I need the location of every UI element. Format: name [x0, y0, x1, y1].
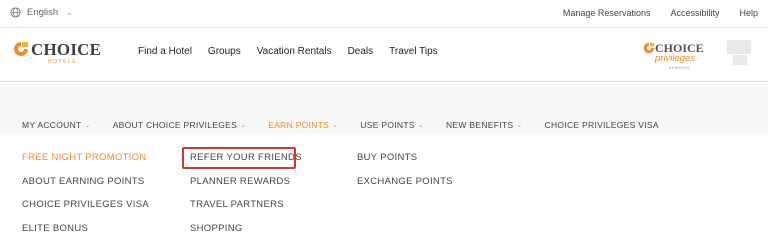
subnav-label: NEW BENEFITS — [445, 120, 514, 130]
brand-name: CHOICE — [31, 40, 102, 59]
nav-groups[interactable]: Groups — [208, 46, 241, 57]
choice-privileges-logo-mark — [643, 42, 655, 54]
utility-bar: English ⌄ Manage Reservations Accessibil… — [0, 0, 768, 28]
subnav-label: MY ACCOUNT — [22, 120, 82, 130]
menu-item-travel-partners[interactable]: TRAVEL PARTNERS — [190, 199, 302, 223]
menu-item-free-night-promotion[interactable]: FREE NIGHT PROMOTION — [22, 152, 149, 176]
subnav-my-account[interactable]: MY ACCOUNT ⌄ — [22, 117, 91, 133]
menu-item-buy-points[interactable]: BUY POINTS — [357, 152, 453, 176]
refer-your-friends-highlight — [182, 147, 296, 169]
dropdown-column-1: FREE NIGHT PROMOTION ABOUT EARNING POINT… — [22, 152, 149, 246]
chevron-down-icon: ⌄ — [417, 122, 424, 129]
choice-logo-mark — [14, 42, 28, 56]
globe-icon — [10, 7, 21, 18]
menu-item-shopping[interactable]: SHOPPING — [190, 223, 302, 247]
main-header: CHOICE HOTELS Find a Hotel Groups Vacati… — [0, 28, 768, 82]
language-label: English — [27, 7, 59, 18]
subnav-choice-privileges-visa[interactable]: CHOICE PRIVILEGES VISA — [545, 117, 659, 133]
chevron-down-icon: ⌄ — [84, 122, 91, 129]
subnav-label: EARN POINTS — [268, 120, 330, 130]
menu-item-choice-privileges-visa[interactable]: CHOICE PRIVILEGES VISA — [22, 199, 149, 223]
subnav-earn-points[interactable]: EARN POINTS ⌄ — [268, 117, 339, 137]
dropdown-column-3: BUY POINTS EXCHANGE POINTS — [357, 152, 453, 199]
language-selector[interactable]: English ⌄ — [10, 7, 73, 18]
choice-privileges-logo[interactable]: CHOICE privileges REWARDS — [643, 41, 704, 72]
privileges-brand-sub: privileges — [655, 53, 696, 64]
earn-points-dropdown: FREE NIGHT PROMOTION ABOUT EARNING POINT… — [0, 134, 768, 248]
subnav-label: ABOUT CHOICE PRIVILEGES — [112, 120, 238, 130]
nav-travel-tips[interactable]: Travel Tips — [389, 46, 438, 57]
menu-item-exchange-points[interactable]: EXCHANGE POINTS — [357, 176, 453, 200]
nav-vacation-rentals[interactable]: Vacation Rentals — [257, 46, 332, 57]
account-avatar-placeholder — [733, 55, 747, 65]
nav-find-a-hotel[interactable]: Find a Hotel — [138, 46, 192, 57]
main-nav: Find a Hotel Groups Vacation Rentals Dea… — [138, 46, 438, 57]
subnav-label: CHOICE PRIVILEGES VISA — [544, 120, 659, 130]
subnav-new-benefits[interactable]: NEW BENEFITS ⌄ — [446, 117, 523, 133]
privileges-brand-tiny: REWARDS — [669, 66, 691, 70]
account-avatar[interactable] — [727, 40, 751, 54]
chevron-down-icon: ⌄ — [66, 8, 73, 17]
chevron-down-icon: ⌄ — [516, 122, 523, 129]
nav-deals[interactable]: Deals — [348, 46, 374, 57]
accessibility-link[interactable]: Accessibility — [670, 8, 719, 18]
sub-nav: MY ACCOUNT ⌄ ABOUT CHOICE PRIVILEGES ⌄ E… — [22, 117, 681, 137]
choice-hotels-logo[interactable]: CHOICE HOTELS — [13, 40, 103, 69]
menu-item-elite-bonus[interactable]: ELITE BONUS — [22, 223, 149, 247]
menu-item-about-earning-points[interactable]: ABOUT EARNING POINTS — [22, 176, 149, 200]
subnav-about-choice-privileges[interactable]: ABOUT CHOICE PRIVILEGES ⌄ — [113, 117, 247, 133]
subnav-label: USE POINTS — [360, 120, 415, 130]
menu-item-planner-rewards[interactable]: PLANNER REWARDS — [190, 176, 302, 200]
utility-links: Manage Reservations Accessibility Help — [563, 8, 758, 18]
manage-reservations-link[interactable]: Manage Reservations — [563, 8, 651, 18]
chevron-down-icon: ⌄ — [332, 122, 339, 129]
help-link[interactable]: Help — [739, 8, 758, 18]
chevron-down-icon: ⌄ — [240, 122, 247, 129]
subnav-use-points[interactable]: USE POINTS ⌄ — [360, 117, 424, 133]
brand-sub: HOTELS — [48, 59, 78, 65]
